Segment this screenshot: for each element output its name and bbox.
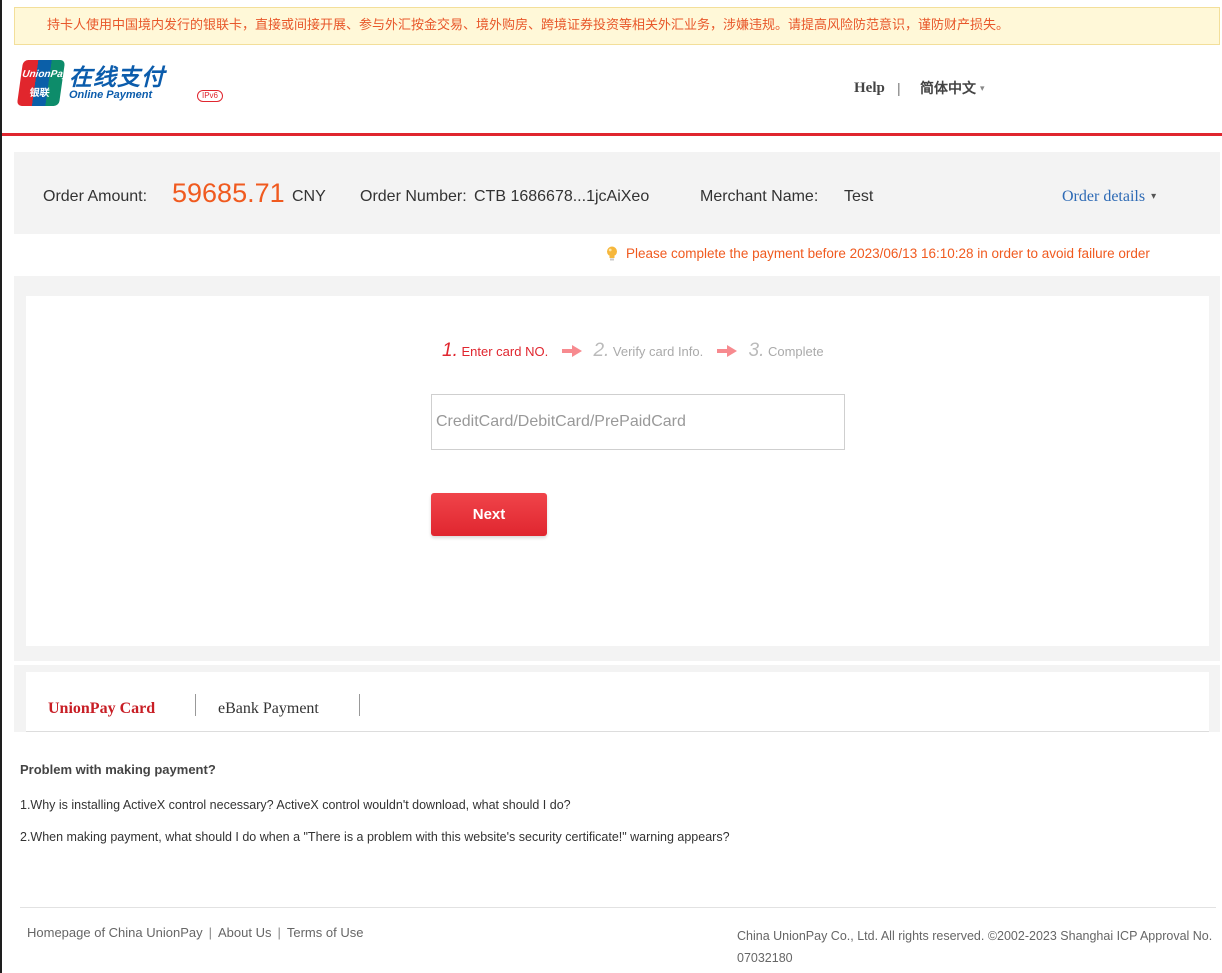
page-frame: 持卡人使用中国境内发行的银联卡，直接或间接开展、参与外汇按金交易、境外购房、跨境… bbox=[0, 0, 1222, 973]
language-label: 简体中文 bbox=[920, 81, 976, 97]
order-details-label: Order details bbox=[1062, 188, 1146, 205]
logo-title-en: Online Payment bbox=[69, 89, 153, 101]
step-label: Complete bbox=[767, 344, 824, 359]
order-details-toggle[interactable]: Order details ▾ bbox=[1062, 188, 1156, 206]
logo-badge-text-cn: 银联 bbox=[28, 88, 51, 99]
faq-link-certificate[interactable]: 2.When making payment, what should I do … bbox=[20, 830, 730, 844]
step-number: 3. bbox=[748, 340, 765, 361]
payment-panel: 1. Enter card NO. 2. Verify card Info. 3… bbox=[14, 276, 1220, 661]
footer-separator: | bbox=[277, 925, 281, 940]
logo-badge-text-en: UnionPay bbox=[21, 69, 66, 80]
unionpay-logo-icon: UnionPay 银联 bbox=[16, 60, 66, 106]
faq-link-activex[interactable]: 1.Why is installing ActiveX control nece… bbox=[20, 798, 571, 812]
footer-link-about[interactable]: About Us bbox=[218, 925, 271, 940]
order-amount-value: 59685.71 bbox=[172, 178, 285, 208]
footer-divider bbox=[20, 907, 1216, 908]
footer-copyright: China UnionPay Co., Ltd. All rights rese… bbox=[737, 929, 1213, 965]
order-amount-label: Order Amount: bbox=[43, 188, 148, 205]
payment-form: 1. Enter card NO. 2. Verify card Info. 3… bbox=[26, 296, 1209, 646]
tab-unionpay-card[interactable]: UnionPay Card bbox=[48, 700, 155, 718]
ipv6-badge: IPv6 bbox=[197, 90, 224, 102]
footer-links: Homepage of China UnionPay | About Us | Term… bbox=[27, 925, 363, 940]
tab-divider bbox=[359, 694, 360, 716]
help-link[interactable]: Help bbox=[854, 80, 885, 97]
order-number-value: CTB 1686678...1jcAiXeo bbox=[474, 188, 650, 205]
header-separator: | bbox=[897, 80, 901, 96]
step-number: 2. bbox=[593, 340, 610, 361]
step-verify-card: 2. Verify card Info. bbox=[593, 340, 703, 362]
deadline-text: Please complete the payment before 2023/… bbox=[626, 246, 1150, 261]
merchant-name-value: Test bbox=[844, 188, 874, 205]
faq-title: Problem with making payment? bbox=[20, 762, 216, 777]
step-label: Enter card NO. bbox=[461, 344, 549, 359]
tab-ebank-payment[interactable]: eBank Payment bbox=[218, 700, 319, 718]
step-enter-card: 1. Enter card NO. bbox=[442, 340, 548, 362]
order-currency: CNY bbox=[292, 188, 326, 205]
footer-link-homepage[interactable]: Homepage of China UnionPay bbox=[27, 925, 203, 940]
card-number-input[interactable] bbox=[431, 394, 845, 450]
merchant-name-label: Merchant Name: bbox=[700, 188, 819, 205]
step-arrow-icon bbox=[561, 345, 582, 357]
order-summary-bar: Order Amount: 59685.71 CNY Order Number:… bbox=[14, 152, 1220, 234]
tab-divider bbox=[195, 694, 196, 716]
progress-steps: 1. Enter card NO. 2. Verify card Info. 3… bbox=[442, 340, 824, 362]
payment-deadline-notice: Please complete the payment before 2023/… bbox=[606, 246, 1150, 261]
next-button[interactable]: Next bbox=[431, 493, 547, 536]
tabs-bar: UnionPay Card eBank Payment bbox=[26, 672, 1209, 732]
step-arrow-icon bbox=[716, 345, 737, 357]
caret-down-icon: ▾ bbox=[1151, 191, 1157, 202]
caret-down-icon: ▾ bbox=[980, 84, 985, 94]
order-number-label: Order Number: bbox=[360, 188, 467, 205]
bulb-icon bbox=[607, 246, 617, 261]
logo-title-cn: 在线支付 bbox=[69, 65, 165, 91]
step-label: Verify card Info. bbox=[612, 344, 704, 359]
language-selector[interactable]: 简体中文 ▾ bbox=[920, 78, 985, 98]
step-number: 1. bbox=[442, 340, 458, 361]
footer-separator: | bbox=[208, 925, 212, 940]
footer-link-terms[interactable]: Terms of Use bbox=[287, 925, 364, 940]
risk-warning-banner: 持卡人使用中国境内发行的银联卡，直接或间接开展、参与外汇按金交易、境外购房、跨境… bbox=[14, 7, 1220, 45]
payment-method-tabs: UnionPay Card eBank Payment bbox=[14, 665, 1220, 732]
header: UnionPay 银联 在线支付 Online Payment IPv6 Hel… bbox=[2, 48, 1222, 136]
step-complete: 3. Complete bbox=[749, 340, 824, 362]
